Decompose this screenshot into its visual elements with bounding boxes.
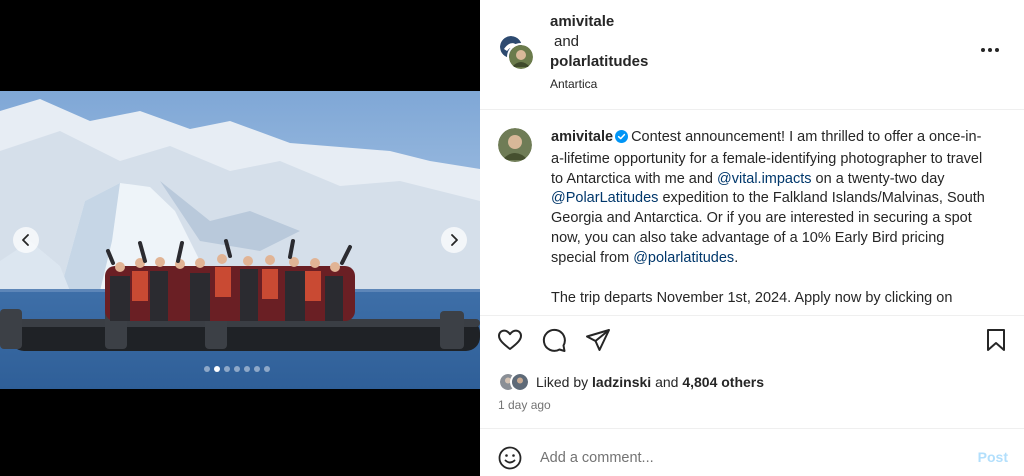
more-horizontal-icon xyxy=(981,48,985,52)
post-header: amivitale and polarlatitudes Antartica xyxy=(480,0,1024,110)
emoji-icon xyxy=(498,446,522,470)
avatar[interactable] xyxy=(498,128,532,162)
share-button[interactable] xyxy=(584,326,612,354)
mention-link[interactable]: @polarlatitudes xyxy=(633,250,734,266)
post-location[interactable]: Antartica xyxy=(550,76,648,92)
carousel-indicator xyxy=(204,366,270,372)
author-username[interactable]: amivitale xyxy=(550,13,614,30)
comment-button[interactable] xyxy=(540,326,568,354)
carousel-dot xyxy=(214,366,220,372)
collab-avatars[interactable] xyxy=(498,34,538,74)
verified-badge-icon xyxy=(615,130,629,150)
mention-link[interactable]: @PolarLatitudes xyxy=(551,190,658,206)
heart-icon xyxy=(498,329,522,350)
caption-part: on a twenty-two day xyxy=(811,170,945,187)
avatar xyxy=(507,43,535,71)
caption-section: amivitale Contest announcement! I am thri… xyxy=(480,111,1024,316)
comment-bar: Post xyxy=(480,428,1024,476)
action-bar xyxy=(480,320,1024,360)
mention-link[interactable]: @vital.impacts xyxy=(717,171,812,187)
post-authors: amivitale and polarlatitudes Antartica xyxy=(550,12,648,92)
carousel-dot xyxy=(244,366,250,372)
more-options-button[interactable] xyxy=(976,40,1004,60)
collaborator-username[interactable]: polarlatitudes xyxy=(550,53,648,70)
likes-summary: Liked by ladzinski and 4,804 others xyxy=(498,370,764,394)
likes-count-link[interactable]: 4,804 others xyxy=(682,374,764,390)
likes-prefix: Liked by xyxy=(536,374,589,390)
chevron-left-icon xyxy=(22,234,29,246)
caption-username[interactable]: amivitale xyxy=(551,129,613,145)
avatar xyxy=(510,372,530,392)
emoji-button[interactable] xyxy=(498,446,522,470)
previous-photo-button[interactable] xyxy=(13,227,39,253)
post-photo[interactable] xyxy=(0,91,480,389)
caption-part: . xyxy=(734,249,739,266)
carousel-dot xyxy=(224,366,230,372)
post-timestamp[interactable]: 1 day ago xyxy=(498,398,551,412)
carousel-dot xyxy=(234,366,240,372)
carousel-dot xyxy=(204,366,210,372)
caption-text: amivitale Contest announcement! I am thri… xyxy=(551,128,991,308)
save-button[interactable] xyxy=(982,326,1010,354)
author-conjunction: and xyxy=(554,33,580,50)
likes-and: and xyxy=(655,374,679,390)
carousel-dot xyxy=(254,366,260,372)
chevron-right-icon xyxy=(451,234,458,246)
post-comment-button[interactable]: Post xyxy=(978,449,1008,465)
liker-username[interactable]: ladzinski xyxy=(592,374,651,390)
comment-input[interactable] xyxy=(540,447,940,469)
antarctica-group-photo xyxy=(0,91,480,389)
post-media xyxy=(0,0,480,476)
comment-icon xyxy=(542,328,566,352)
send-icon xyxy=(586,329,610,351)
caption-paragraph: The trip departs November 1st, 2024. App… xyxy=(551,289,953,306)
like-button[interactable] xyxy=(496,326,524,354)
carousel-dot xyxy=(264,366,270,372)
next-photo-button[interactable] xyxy=(441,227,467,253)
bookmark-icon xyxy=(987,329,1005,351)
post-details-panel: amivitale and polarlatitudes Antartica a… xyxy=(480,0,1024,476)
